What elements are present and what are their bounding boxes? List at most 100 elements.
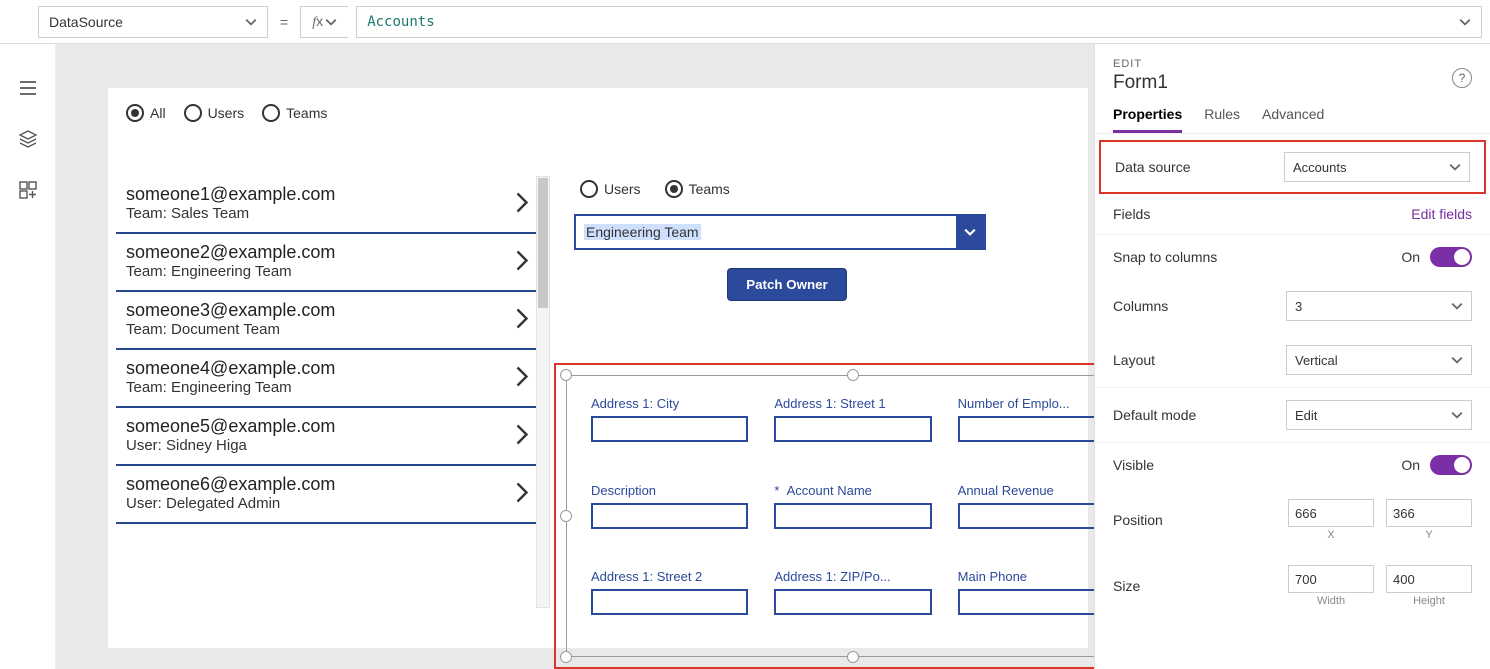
field-input[interactable] [774,589,931,615]
field-input[interactable] [774,416,931,442]
field-input[interactable] [958,503,1094,529]
size-height-input[interactable]: 400 [1386,565,1472,593]
snap-label: Snap to columns [1113,249,1217,265]
field-label: Annual Revenue [958,483,1094,498]
chevron-down-icon [245,16,257,28]
default-mode-label: Default mode [1113,407,1196,423]
owner-panel: Users Teams Engineering Team Patch Owner [574,180,1000,315]
canvas-area: All Users Teams someone1@example.com Tea… [56,44,1094,669]
columns-dropdown[interactable]: 3 [1286,291,1472,321]
field-input[interactable] [591,416,748,442]
patch-owner-button[interactable]: Patch Owner [727,268,846,301]
team-combobox[interactable]: Engineering Team [574,214,986,250]
fx-icon: fx [312,13,323,31]
field-input[interactable] [958,589,1094,615]
list-item[interactable]: someone4@example.com Team: Engineering T… [116,350,538,408]
layout-row: Layout Vertical [1095,333,1490,388]
resize-handle[interactable] [560,369,572,381]
form-field[interactable]: * Account Name [774,483,931,560]
filter-radio-label: Users [208,105,245,121]
chevron-down-icon [1449,161,1461,173]
position-label: Position [1113,512,1163,528]
field-label: Address 1: ZIP/Po... [774,569,931,584]
tab-advanced[interactable]: Advanced [1262,106,1324,133]
chevron-right-icon [514,365,530,392]
layout-value: Vertical [1295,353,1338,368]
field-input[interactable] [591,589,748,615]
list-item[interactable]: someone6@example.com User: Delegated Adm… [116,466,538,524]
chevron-right-icon [514,481,530,508]
size-label: Size [1113,578,1140,594]
help-icon[interactable]: ? [1452,68,1472,88]
owner-radio-users[interactable]: Users [580,180,641,198]
list-item-title: someone2@example.com [126,242,528,263]
tab-properties[interactable]: Properties [1113,106,1182,133]
field-input[interactable] [591,503,748,529]
size-width-input[interactable]: 700 [1288,565,1374,593]
default-mode-dropdown[interactable]: Edit [1286,400,1472,430]
list-item[interactable]: someone3@example.com Team: Document Team [116,292,538,350]
list-item-title: someone1@example.com [126,184,528,205]
insert-icon[interactable] [18,180,38,203]
form-field[interactable]: Number of Emplo... [958,396,1094,473]
list-item[interactable]: someone5@example.com User: Sidney Higa [116,408,538,466]
field-input[interactable] [774,503,931,529]
form-field[interactable]: Annual Revenue [958,483,1094,560]
visible-toggle[interactable] [1430,455,1472,475]
list-item-title: someone3@example.com [126,300,528,321]
position-y-input[interactable]: 366 [1386,499,1472,527]
radio-icon [580,180,598,198]
hamburger-icon[interactable] [18,78,38,101]
form-field[interactable]: Address 1: ZIP/Po... [774,569,931,646]
page-title: Form1 [1113,72,1472,94]
position-x-input[interactable]: 666 [1288,499,1374,527]
data-source-label: Data source [1115,159,1190,175]
layout-dropdown[interactable]: Vertical [1286,345,1472,375]
field-input[interactable] [958,416,1094,442]
filter-radio-teams[interactable]: Teams [262,104,327,122]
formula-input[interactable]: Accounts [356,6,1482,38]
resize-handle[interactable] [847,369,859,381]
filter-radio-all[interactable]: All [126,104,166,122]
form-field[interactable]: Main Phone [958,569,1094,646]
form1-selection[interactable]: Address 1: City Address 1: Street 1 Numb… [554,363,1094,669]
filter-radio-label: Teams [286,105,327,121]
tab-rules[interactable]: Rules [1204,106,1240,133]
resize-handle[interactable] [560,510,572,522]
formula-value: Accounts [367,14,434,30]
property-select[interactable]: DataSource [38,6,268,38]
chevron-down-icon [325,16,337,28]
property-select-value: DataSource [49,14,123,30]
scrollbar-thumb[interactable] [538,178,548,308]
snap-value: On [1401,249,1420,265]
list-item[interactable]: someone2@example.com Team: Engineering T… [116,234,538,292]
snap-toggle[interactable] [1430,247,1472,267]
filter-radio-users[interactable]: Users [184,104,245,122]
columns-label: Columns [1113,298,1168,314]
owner-radio-teams[interactable]: Teams [665,180,730,198]
resize-handle[interactable] [560,651,572,663]
list-item[interactable]: someone1@example.com Team: Sales Team [116,176,538,234]
list-item-sub: Team: Document Team [126,321,528,338]
data-source-value: Accounts [1293,160,1346,175]
form-field[interactable]: Address 1: Street 2 [591,569,748,646]
chevron-down-icon [1451,354,1463,366]
form-grid: Address 1: City Address 1: Street 1 Numb… [577,386,1094,646]
chevron-down-icon [956,216,984,248]
layers-icon[interactable] [18,129,38,152]
form-field[interactable]: Description [591,483,748,560]
patch-owner-label: Patch Owner [746,277,827,292]
form-field[interactable]: Address 1: City [591,396,748,473]
edit-fields-link[interactable]: Edit fields [1411,206,1472,222]
scrollbar[interactable] [536,176,550,608]
accounts-gallery[interactable]: someone1@example.com Team: Sales Team so… [116,176,550,608]
form1-border: Address 1: City Address 1: Street 1 Numb… [566,375,1094,657]
fields-row: Fields Edit fields [1095,194,1490,235]
resize-handle[interactable] [847,651,859,663]
radio-icon [665,180,683,198]
fx-button[interactable]: fx [300,6,348,38]
chevron-down-icon [1459,16,1471,28]
field-label: Main Phone [958,569,1094,584]
data-source-dropdown[interactable]: Accounts [1284,152,1470,182]
form-field[interactable]: Address 1: Street 1 [774,396,931,473]
